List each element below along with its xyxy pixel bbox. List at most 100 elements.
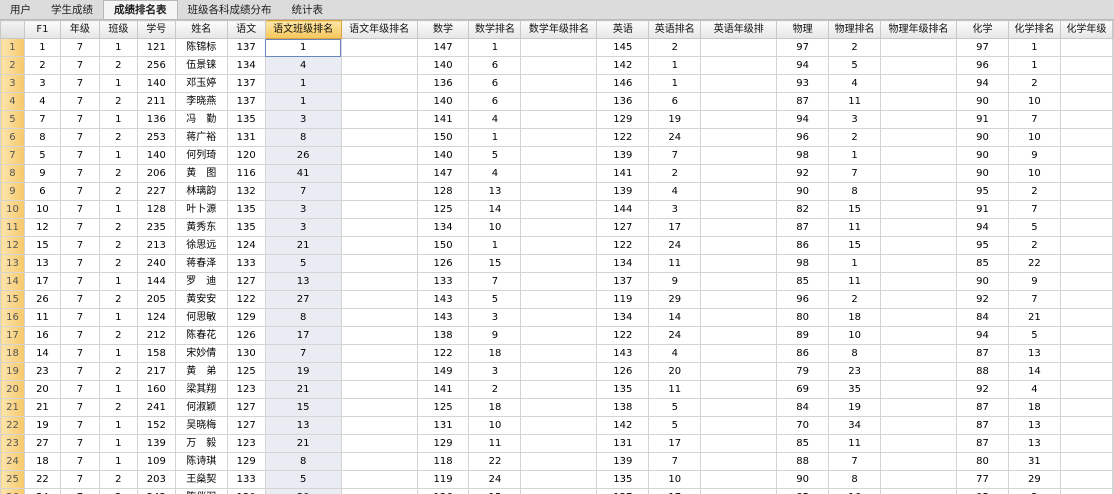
table-cell[interactable]: 12 xyxy=(23,218,61,237)
table-cell[interactable]: 李晓燕 xyxy=(174,92,228,111)
table-cell[interactable]: 13 xyxy=(1007,416,1061,435)
table-cell[interactable]: 陈诗琪 xyxy=(174,452,228,471)
table-cell[interactable]: 121 xyxy=(136,38,176,57)
table-cell[interactable]: 120 xyxy=(226,488,266,494)
column-header[interactable]: 化学年级 xyxy=(1059,20,1114,39)
column-header[interactable]: 语文班级排名 xyxy=(264,20,342,39)
table-cell[interactable]: 140 xyxy=(416,56,470,75)
table-cell[interactable]: 1 xyxy=(98,344,138,363)
table-cell[interactable]: 1 xyxy=(264,38,342,57)
table-cell[interactable]: 7 xyxy=(59,218,100,237)
table-cell[interactable] xyxy=(700,290,778,309)
table-cell[interactable] xyxy=(1059,344,1114,363)
table-cell[interactable]: 14 xyxy=(23,344,61,363)
table-cell[interactable]: 18 xyxy=(468,398,522,417)
table-cell[interactable] xyxy=(1112,344,1114,363)
table-cell[interactable]: 7 xyxy=(59,182,100,201)
table-cell[interactable]: 133 xyxy=(416,272,470,291)
table-cell[interactable] xyxy=(520,326,598,345)
table-cell[interactable] xyxy=(340,362,418,381)
table-cell[interactable] xyxy=(340,344,418,363)
table-cell[interactable] xyxy=(700,272,778,291)
table-cell[interactable]: 13 xyxy=(264,272,342,291)
table-cell[interactable] xyxy=(880,200,958,219)
table-cell[interactable]: 90 xyxy=(956,128,1009,147)
table-cell[interactable] xyxy=(340,398,418,417)
table-cell[interactable]: 冯 勤 xyxy=(174,110,228,129)
table-cell[interactable]: 17 xyxy=(264,326,342,345)
table-cell[interactable]: 2 xyxy=(98,362,138,381)
table-cell[interactable] xyxy=(1112,92,1114,111)
table-cell[interactable]: 140 xyxy=(416,146,470,165)
table-cell[interactable]: 1 xyxy=(264,74,342,93)
table-cell[interactable]: 152 xyxy=(136,416,176,435)
table-cell[interactable]: 205 xyxy=(136,290,176,309)
column-header[interactable]: 语文年级排名 xyxy=(340,20,418,39)
table-cell[interactable]: 14 xyxy=(468,200,522,219)
table-cell[interactable] xyxy=(1059,470,1114,489)
table-cell[interactable]: 10 xyxy=(23,200,61,219)
row-number[interactable]: 5 xyxy=(0,110,25,129)
table-cell[interactable]: 22 xyxy=(1007,254,1061,273)
table-cell[interactable]: 10 xyxy=(648,470,702,489)
table-cell[interactable]: 10 xyxy=(1007,164,1061,183)
table-cell[interactable] xyxy=(700,110,778,129)
table-cell[interactable]: 黄 图 xyxy=(174,164,228,183)
table-cell[interactable]: 126 xyxy=(416,254,470,273)
table-cell[interactable] xyxy=(340,200,418,219)
table-cell[interactable] xyxy=(700,398,778,417)
table-cell[interactable]: 141 xyxy=(596,164,650,183)
sheet-tab-3[interactable]: 班级各科成绩分布 xyxy=(178,1,282,19)
sheet-tab-0[interactable]: 用户 xyxy=(0,1,41,19)
table-cell[interactable]: 217 xyxy=(136,362,176,381)
table-cell[interactable]: 90 xyxy=(776,470,830,489)
table-cell[interactable]: 8 xyxy=(23,128,61,147)
table-cell[interactable] xyxy=(1112,182,1114,201)
table-cell[interactable]: 3 xyxy=(648,200,702,219)
row-number[interactable]: 11 xyxy=(0,218,25,237)
row-number[interactable]: 8 xyxy=(0,164,25,183)
table-cell[interactable]: 70 xyxy=(776,416,830,435)
table-cell[interactable]: 135 xyxy=(596,470,650,489)
table-cell[interactable]: 7 xyxy=(59,200,100,219)
table-cell[interactable]: 2 xyxy=(98,488,138,494)
table-cell[interactable]: 何思敏 xyxy=(174,308,228,327)
grid-corner[interactable] xyxy=(0,20,25,39)
table-cell[interactable]: 139 xyxy=(596,452,650,471)
table-cell[interactable]: 2 xyxy=(98,254,138,273)
table-cell[interactable]: 5 xyxy=(1007,326,1061,345)
table-cell[interactable]: 9 xyxy=(23,164,61,183)
table-cell[interactable]: 2 xyxy=(828,290,882,309)
table-cell[interactable] xyxy=(1059,200,1114,219)
table-cell[interactable]: 143 xyxy=(416,308,470,327)
table-cell[interactable] xyxy=(880,164,958,183)
table-cell[interactable]: 15 xyxy=(468,254,522,273)
table-cell[interactable] xyxy=(520,74,598,93)
table-cell[interactable]: 黄秀东 xyxy=(174,218,228,237)
table-cell[interactable]: 7 xyxy=(59,452,100,471)
table-cell[interactable]: 85 xyxy=(956,254,1009,273)
table-cell[interactable]: 7 xyxy=(59,434,100,453)
table-cell[interactable]: 7 xyxy=(264,182,342,201)
table-cell[interactable]: 123 xyxy=(226,380,266,399)
table-cell[interactable] xyxy=(340,488,418,494)
table-cell[interactable]: 1 xyxy=(98,38,138,57)
table-cell[interactable]: 2 xyxy=(98,56,138,75)
table-cell[interactable]: 131 xyxy=(596,434,650,453)
table-cell[interactable] xyxy=(340,254,418,273)
table-cell[interactable]: 116 xyxy=(226,164,266,183)
table-cell[interactable]: 150 xyxy=(416,128,470,147)
table-cell[interactable]: 87 xyxy=(956,398,1009,417)
table-cell[interactable]: 4 xyxy=(23,92,61,111)
row-number[interactable]: 26 xyxy=(0,488,25,494)
table-cell[interactable] xyxy=(1059,218,1114,237)
table-cell[interactable]: 1 xyxy=(98,272,138,291)
table-cell[interactable] xyxy=(880,290,958,309)
table-cell[interactable]: 137 xyxy=(226,38,266,57)
table-cell[interactable]: 7 xyxy=(59,344,100,363)
table-cell[interactable]: 7 xyxy=(1007,290,1061,309)
table-cell[interactable] xyxy=(340,326,418,345)
table-cell[interactable]: 29 xyxy=(648,290,702,309)
table-cell[interactable]: 18 xyxy=(468,344,522,363)
table-cell[interactable]: 34 xyxy=(828,416,882,435)
